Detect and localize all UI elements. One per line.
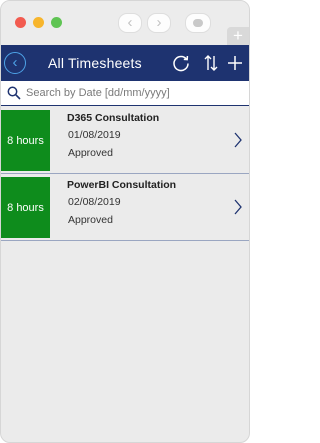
page-title: All Timesheets	[48, 55, 142, 71]
divider	[1, 240, 249, 241]
search-icon	[7, 86, 21, 105]
app-header: ‹ All Timesheets	[1, 45, 249, 81]
refresh-icon[interactable]	[171, 53, 191, 78]
chevron-right-icon[interactable]	[233, 131, 243, 154]
timesheet-title: D365 Consultation	[67, 112, 160, 124]
device-frame: ‹ › + ‹ All Timesheets Search by Date [d…	[0, 0, 250, 443]
maximize-window-button[interactable]	[51, 17, 62, 28]
hours-badge: 8 hours	[1, 177, 50, 238]
browser-forward-button[interactable]: ›	[147, 13, 171, 33]
timesheet-status: Approved	[68, 214, 113, 226]
timesheet-title: PowerBI Consultation	[67, 179, 177, 191]
list-item[interactable]: 8 hours D365 Consultation 01/08/2019 App…	[1, 107, 249, 173]
hours-badge: 8 hours	[1, 110, 50, 171]
list-item[interactable]: 8 hours PowerBI Consultation 02/08/2019 …	[1, 174, 249, 240]
timesheet-status: Approved	[68, 147, 113, 159]
new-tab-button[interactable]: +	[227, 27, 249, 45]
timesheet-date: 01/08/2019	[68, 129, 121, 141]
back-icon[interactable]: ‹	[4, 52, 26, 74]
browser-back-button[interactable]: ‹	[118, 13, 142, 33]
add-icon[interactable]	[226, 53, 244, 78]
sort-icon[interactable]	[204, 53, 218, 78]
toggle-icon[interactable]	[185, 13, 211, 33]
browser-titlebar: ‹ › +	[1, 1, 249, 45]
chevron-right-icon[interactable]	[233, 198, 243, 221]
close-window-button[interactable]	[15, 17, 26, 28]
search-input[interactable]	[26, 84, 244, 102]
search-bar	[1, 81, 249, 106]
timesheet-date: 02/08/2019	[68, 196, 121, 208]
minimize-window-button[interactable]	[33, 17, 44, 28]
